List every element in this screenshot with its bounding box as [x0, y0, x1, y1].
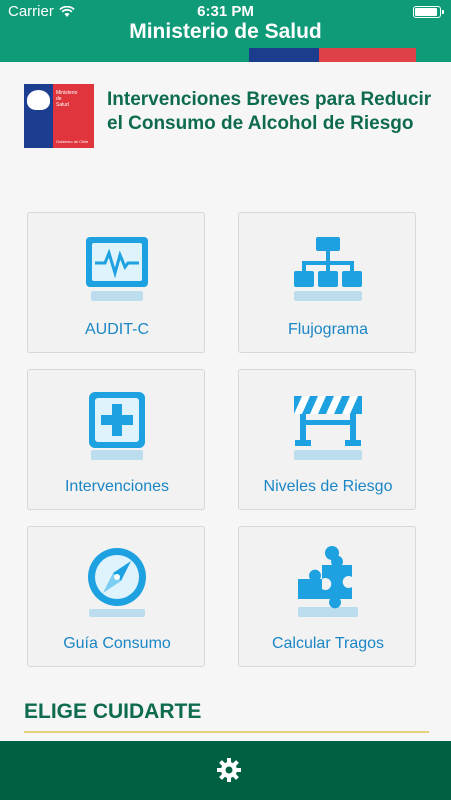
flag-stripe-blue: [249, 48, 319, 62]
app-title: Ministerio de Salud: [129, 20, 322, 43]
ministry-logo: Ministerio de Salud Gobierno de Chile: [24, 84, 94, 148]
menu-tile-niveles-de-riesgo[interactable]: Niveles de Riesgo: [238, 369, 416, 510]
menu-tile-intervenciones[interactable]: Intervenciones: [27, 369, 205, 510]
menu-tile-label: Flujograma: [287, 321, 369, 338]
status-bar: Carrier 6:31 PM: [0, 0, 451, 22]
status-time: 6:31 PM: [197, 3, 254, 20]
section-divider: [24, 731, 429, 733]
monitor-pulse-icon: [86, 237, 148, 301]
menu-tile-label: Niveles de Riesgo: [263, 478, 393, 495]
section-title: ELIGE CUIDARTE: [24, 700, 202, 723]
gear-icon[interactable]: [215, 756, 243, 784]
battery-icon: [413, 6, 444, 18]
barrier-icon: [294, 396, 362, 460]
flowchart-icon: [294, 237, 362, 301]
crest-icon: [27, 90, 50, 110]
menu-tile-label: AUDIT-C: [85, 321, 149, 338]
header-bar: Carrier 6:31 PM Ministerio de Salud: [0, 0, 451, 62]
puzzle-icon: [298, 546, 358, 617]
menu-tile-flujograma[interactable]: Flujograma: [238, 212, 416, 353]
flag-stripe-red: [319, 48, 416, 62]
compass-icon: [88, 548, 146, 617]
menu-tile-label: Calcular Tragos: [271, 635, 385, 652]
page-heading: Intervenciones Breves para Reducir el Co…: [107, 89, 432, 134]
menu-tile-calcular-tragos[interactable]: Calcular Tragos: [238, 526, 416, 667]
menu-tile-audit-c[interactable]: AUDIT-C: [27, 212, 205, 353]
menu-tile-guia-consumo[interactable]: Guía Consumo: [27, 526, 205, 667]
plus-icon: [89, 392, 145, 460]
menu-tile-label: Guía Consumo: [63, 635, 171, 652]
menu-tile-label: Intervenciones: [64, 478, 170, 495]
